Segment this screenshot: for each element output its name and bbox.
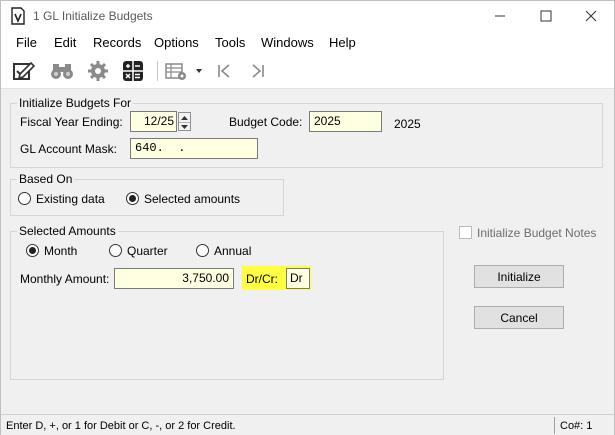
selected-amounts-option-label[interactable]: Selected amounts [144, 192, 240, 206]
budget-code-label: Budget Code: [229, 115, 303, 129]
drcr-label: Dr/Cr: [246, 272, 278, 286]
settings-button[interactable] [85, 59, 111, 83]
month-label[interactable]: Month [44, 244, 77, 258]
spin-up-button[interactable] [179, 113, 190, 122]
first-record-icon [218, 64, 230, 78]
dropdown-arrow-icon [196, 69, 202, 73]
edit-check-button[interactable] [11, 59, 37, 83]
table-settings-button[interactable] [164, 59, 188, 83]
toolbar-separator [157, 61, 158, 81]
gear-icon [88, 61, 108, 81]
calculator-button[interactable] [120, 59, 146, 83]
budget-code-description: 2025 [394, 117, 421, 131]
last-record-button[interactable] [247, 59, 269, 83]
menu-file[interactable]: File [16, 35, 37, 50]
table-settings-dropdown[interactable] [192, 59, 206, 83]
menu-windows[interactable]: Windows [261, 35, 314, 50]
initialize-budget-notes-checkbox[interactable] [459, 226, 472, 239]
menu-edit[interactable]: Edit [54, 35, 76, 50]
toolbar [1, 53, 614, 89]
gl-account-mask-label: GL Account Mask: [20, 142, 117, 156]
fiscal-year-field[interactable]: 12/25 [130, 111, 177, 132]
chevron-down-icon [181, 125, 188, 129]
window-title: 1 GL Initialize Budgets [33, 9, 153, 23]
existing-data-label[interactable]: Existing data [36, 192, 105, 206]
spin-down-button[interactable] [179, 122, 190, 131]
close-icon [585, 10, 597, 22]
monthly-amount-field[interactable]: 3,750.00 [114, 268, 234, 289]
initialize-budget-notes-label[interactable]: Initialize Budget Notes [477, 226, 596, 240]
drcr-field[interactable]: Dr [286, 268, 310, 289]
find-button[interactable] [49, 59, 75, 83]
minimize-button[interactable] [477, 1, 523, 31]
status-separator [554, 417, 555, 434]
fiscal-year-spinner[interactable] [178, 112, 191, 131]
edit-check-icon [13, 61, 36, 80]
menu-records[interactable]: Records [93, 35, 141, 50]
status-message: Enter D, +, or 1 for Debit or C, -, or 2… [6, 420, 236, 432]
fiscal-year-label: Fiscal Year Ending: [20, 115, 123, 129]
quarter-radio[interactable] [109, 244, 122, 257]
last-record-icon [252, 64, 264, 78]
menu-options[interactable]: Options [154, 35, 199, 50]
initialize-budgets-for-label: Initialize Budgets For [17, 96, 134, 110]
menu-help[interactable]: Help [329, 35, 356, 50]
calculator-icon [123, 61, 143, 81]
menu-bar: File Edit Records Options Tools Windows … [1, 31, 614, 53]
maximize-icon [540, 10, 552, 22]
budget-code-field[interactable]: 2025 [309, 111, 382, 132]
title-bar: 1 GL Initialize Budgets [1, 1, 614, 31]
maximize-button[interactable] [523, 1, 569, 31]
menu-tools[interactable]: Tools [215, 35, 245, 50]
document-v-icon [11, 7, 25, 25]
annual-radio[interactable] [196, 244, 209, 257]
chevron-up-icon [181, 115, 188, 120]
first-record-button[interactable] [213, 59, 235, 83]
month-radio[interactable] [26, 244, 39, 257]
initialize-budgets-for-group: Initialize Budgets For [10, 96, 603, 168]
initialize-button[interactable]: Initialize [474, 265, 564, 288]
based-on-label: Based On [17, 172, 75, 186]
selected-amounts-radio[interactable] [126, 192, 139, 205]
table-settings-icon [165, 63, 186, 80]
existing-data-radio[interactable] [18, 192, 31, 205]
binoculars-icon [51, 64, 73, 79]
cancel-button[interactable]: Cancel [474, 306, 564, 329]
status-bar: Enter D, +, or 1 for Debit or C, -, or 2… [1, 414, 614, 435]
monthly-amount-label: Monthly Amount: [20, 272, 110, 286]
company-number: Co#: 1 [560, 420, 593, 432]
initialize-budgets-window: 1 GL Initialize Budgets File Edit Record… [0, 0, 615, 435]
quarter-label[interactable]: Quarter [127, 244, 168, 258]
gl-account-mask-field[interactable]: 640. . [130, 138, 258, 159]
minimize-icon [495, 15, 505, 17]
selected-amounts-group-label: Selected Amounts [17, 224, 118, 238]
close-button[interactable] [568, 1, 614, 31]
annual-label[interactable]: Annual [214, 244, 251, 258]
